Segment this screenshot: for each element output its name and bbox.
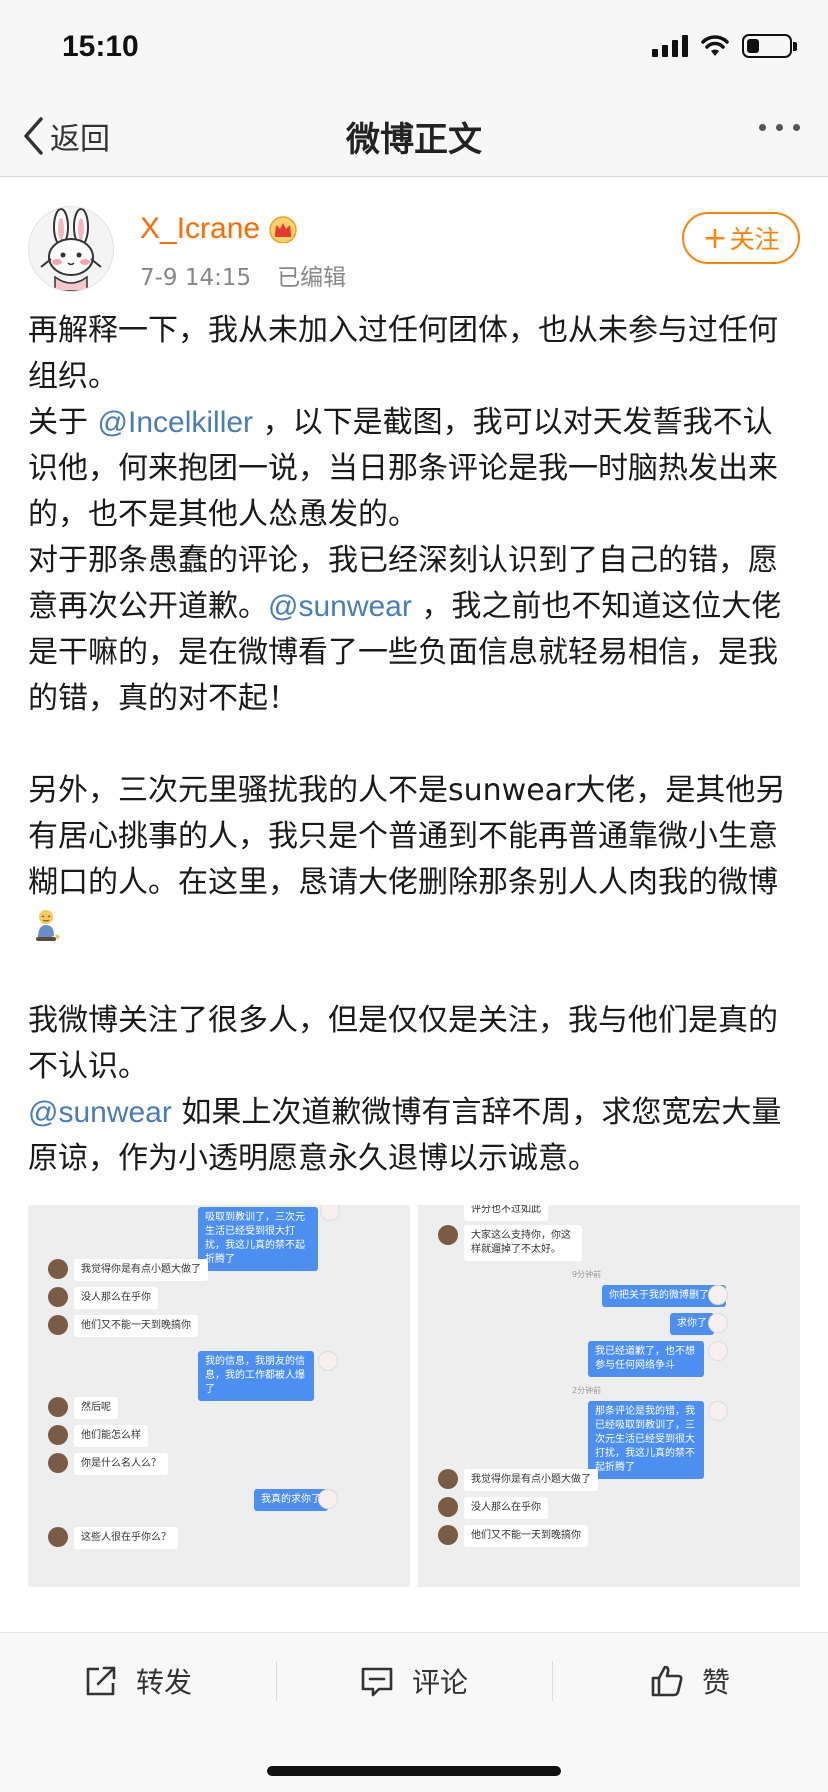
- avatar: [708, 1285, 728, 1305]
- comment-button[interactable]: 评论: [276, 1633, 552, 1729]
- follow-button[interactable]: + 关注: [682, 212, 800, 264]
- more-dot-icon: [793, 124, 800, 131]
- more-options-button[interactable]: [759, 124, 800, 131]
- chat-bubble-in: 大家这么支持你，你这样就遛掉了不太好。: [464, 1225, 582, 1261]
- chat-bubble-in: 他们能怎么样: [74, 1425, 148, 1447]
- page-title: 微博正文: [346, 120, 482, 160]
- action-bar: 转发 评论 赞: [0, 1632, 828, 1729]
- status-bar: 15:10: [0, 0, 828, 100]
- status-time: 15:10: [62, 30, 139, 63]
- chat-bubble-out: 我真的求你了: [254, 1489, 328, 1511]
- avatar: [438, 1225, 458, 1245]
- paragraph: 我微博关注了很多人，但是仅仅是关注，我与他们是真的不认识。: [28, 1003, 778, 1084]
- repost-button[interactable]: 转发: [0, 1633, 276, 1729]
- paragraph: 另外，三次元里骚扰我的人不是sunwear大佬，是其他另有居心挑事的人，我只是个…: [28, 768, 798, 952]
- home-indicator[interactable]: [267, 1766, 561, 1776]
- username[interactable]: X_Icrane: [140, 212, 298, 246]
- chat-bubble-in: 我觉得你是有点小题大做了: [74, 1259, 208, 1281]
- chat-bubble-in: 然后呢: [74, 1397, 118, 1419]
- comment-label: 评论: [411, 1666, 468, 1699]
- bottom-safe-area: [0, 1728, 828, 1792]
- chat-bubble-in: 这些人很在乎你么？: [74, 1527, 178, 1549]
- avatar: [48, 1527, 68, 1547]
- chat-bubble-out: 我已经道歉了，也不想参与任何网络争斗: [588, 1341, 704, 1377]
- chat-bubble-in: 没人那么在乎你: [464, 1497, 548, 1519]
- mention-link[interactable]: @sunwear: [268, 590, 412, 623]
- paragraph: 对于那条愚蠢的评论，我已经深刻认识到了自己的错，愿意再次公开道歉。@sunwea…: [28, 538, 798, 722]
- avatar: [48, 1259, 68, 1279]
- avatar[interactable]: [28, 206, 114, 292]
- post-text: 再解释一下，我从未加入过任何团体，也从未参与过任何组织。 关于 @Incelki…: [28, 308, 798, 1182]
- avatar: [48, 1425, 68, 1445]
- avatar: [318, 1351, 338, 1371]
- chat-screenshot-2[interactable]: 评分也不过如此 大家这么支持你，你这样就遛掉了不太好。 9分钟前 你把关于我的微…: [418, 1205, 800, 1587]
- post-meta: 7-9 14:15 已编辑: [140, 258, 346, 292]
- status-icons: [652, 34, 797, 58]
- like-label: 赞: [701, 1666, 730, 1699]
- crown-badge-icon: [269, 216, 297, 243]
- repost-label: 转发: [135, 1666, 192, 1699]
- avatar: [708, 1341, 728, 1361]
- kneeling-emoji-icon: [36, 910, 60, 941]
- chat-timestamp: 9分钟前: [572, 1270, 602, 1279]
- follow-label: 关注: [729, 225, 780, 254]
- like-button[interactable]: 赞: [552, 1633, 828, 1729]
- paragraph: 关于 @Incelkiller ，以下是截图，我可以对天发誓我不认识他，何来抱团…: [28, 400, 798, 538]
- avatar: [708, 1313, 728, 1333]
- chat-bubble-in: 他们又不能一天到晚搞你: [74, 1315, 198, 1337]
- chat-bubble-out: 那条评论是我的错，我已经吸取到教训了，三次元生活已经受到很大打扰，我这儿真的禁不…: [588, 1401, 704, 1479]
- chat-timestamp: 2分钟前: [572, 1386, 602, 1395]
- paragraph: 再解释一下，我从未加入过任何团体，也从未参与过任何组织。: [28, 313, 778, 394]
- more-dot-icon: [759, 124, 766, 131]
- author-header: X_Icrane 7-9 14:15 已编辑 + 关注: [28, 206, 800, 296]
- post-date: 7-9 14:15: [140, 265, 252, 291]
- avatar: [318, 1489, 338, 1509]
- chat-bubble-in: 你是什么名人么？: [74, 1453, 168, 1475]
- avatar: [708, 1401, 728, 1421]
- nav-bar: 返回 微博正文: [0, 100, 828, 177]
- avatar: [438, 1497, 458, 1517]
- battery-level: [747, 39, 759, 53]
- username-text: X_Icrane: [140, 212, 261, 245]
- chat-bubble-in: 评分也不过如此: [464, 1205, 548, 1221]
- text-span: 另外，三次元里骚扰我的人不是sunwear大佬，是其他另有居心挑事的人，我只是个…: [28, 773, 786, 900]
- image-attachments: 吸取到教训了，三次元生活已经受到很大打扰，我这儿真的禁不起折腾了 我觉得你是有点…: [28, 1205, 800, 1587]
- edited-label: 已编辑: [277, 265, 347, 291]
- avatar: [48, 1453, 68, 1473]
- avatar: [48, 1315, 68, 1335]
- text-span: 关于: [28, 405, 98, 440]
- comment-icon: [361, 1667, 393, 1697]
- mention-link[interactable]: @Incelkiller: [98, 406, 254, 439]
- chat-bubble-out: 我的信息，我朋友的信息，我的工作都被人爆了: [198, 1351, 314, 1401]
- bunny-avatar-icon: [40, 208, 102, 291]
- plus-icon: +: [702, 220, 728, 256]
- share-icon: [86, 1666, 116, 1696]
- chat-bubble-in: 他们又不能一天到晚搞你: [464, 1525, 588, 1547]
- thumbs-up-icon: [651, 1665, 683, 1697]
- chat-bubble-in: 我觉得你是有点小题大做了: [464, 1469, 598, 1491]
- chat-bubble-in: 没人那么在乎你: [74, 1287, 158, 1309]
- avatar: [320, 1205, 340, 1221]
- signal-icon: [652, 35, 688, 57]
- paragraph: @sunwear 如果上次道歉微博有言辞不周，求您宽宏大量原谅，作为小透明愿意永…: [28, 1090, 798, 1182]
- chat-bubble-out: 吸取到教训了，三次元生活已经受到很大打扰，我这儿真的禁不起折腾了: [198, 1207, 318, 1271]
- more-dot-icon: [776, 124, 783, 131]
- avatar: [438, 1525, 458, 1545]
- mention-link[interactable]: @sunwear: [28, 1096, 172, 1129]
- chat-screenshot-1[interactable]: 吸取到教训了，三次元生活已经受到很大打扰，我这儿真的禁不起折腾了 我觉得你是有点…: [28, 1205, 410, 1587]
- avatar: [48, 1397, 68, 1417]
- battery-icon: [742, 34, 797, 58]
- wifi-icon: [701, 35, 729, 56]
- avatar: [48, 1287, 68, 1307]
- avatar: [438, 1469, 458, 1489]
